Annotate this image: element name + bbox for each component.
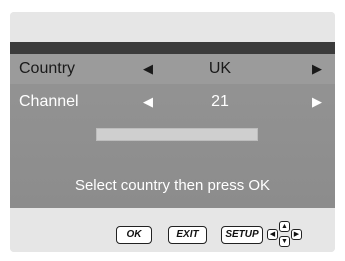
exit-button[interactable]: EXIT (168, 226, 207, 244)
footer-bar: OK EXIT SETUP ▲ ◀ ▶ ▼ (10, 208, 335, 252)
channel-left-arrow-icon[interactable]: ◀ (143, 87, 153, 117)
channel-value: 21 (211, 93, 229, 110)
top-band (10, 12, 335, 42)
channel-label: Channel (19, 93, 79, 110)
channel-right-arrow-icon[interactable]: ▶ (312, 87, 322, 117)
ok-button[interactable]: OK (116, 226, 152, 244)
header-bar (10, 42, 335, 54)
country-left-arrow-icon[interactable]: ◀ (143, 54, 153, 84)
dpad-right-icon[interactable]: ▶ (291, 229, 302, 240)
channel-row[interactable]: Channel ◀ 21 ▶ (10, 87, 335, 117)
instruction-text: Select country then press OK (74, 177, 271, 194)
country-label: Country (19, 60, 76, 77)
scan-progress-bar (96, 128, 258, 141)
country-row[interactable]: Country ◀ UK ▶ (10, 54, 335, 84)
navigation-pad[interactable]: ▲ ◀ ▶ ▼ (267, 221, 303, 249)
tv-setup-screen: Country ◀ UK ▶ Channel ◀ 21 ▶ Select cou… (10, 12, 335, 252)
dpad-down-icon[interactable]: ▼ (279, 236, 290, 247)
country-value: UK (208, 60, 232, 77)
country-right-arrow-icon[interactable]: ▶ (312, 54, 322, 84)
setup-button[interactable]: SETUP (221, 226, 263, 244)
dpad-left-icon[interactable]: ◀ (267, 229, 278, 240)
dpad-up-icon[interactable]: ▲ (279, 221, 290, 232)
